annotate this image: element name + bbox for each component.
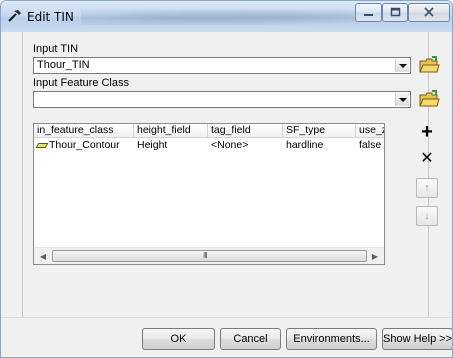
browse-folder-icon[interactable]: [418, 89, 440, 109]
close-icon: [409, 6, 449, 21]
move-down-button[interactable]: ↓: [416, 206, 438, 226]
column-header-sf-type[interactable]: SF_type: [283, 124, 356, 138]
plus-icon: +: [421, 121, 433, 143]
table-cell-sf-type[interactable]: hardline: [283, 139, 356, 153]
maximize-button[interactable]: [382, 3, 408, 22]
input-feature-class-combobox[interactable]: [33, 91, 411, 108]
table-cell-tag-field[interactable]: <None>: [208, 139, 283, 153]
hammer-tool-icon: [8, 10, 21, 22]
minimize-button[interactable]: [355, 3, 382, 22]
column-header-use-z[interactable]: use_z: [356, 124, 384, 138]
table-header: in_feature_class height_field tag_field …: [34, 124, 384, 138]
move-up-button[interactable]: ↑: [416, 178, 438, 198]
input-tin-combobox[interactable]: Thour_TIN: [33, 57, 411, 74]
column-header-in-feature-class[interactable]: in_feature_class: [34, 124, 134, 138]
arrow-up-icon: ↑: [424, 182, 430, 194]
column-header-tag-field[interactable]: tag_field: [208, 124, 283, 138]
arrow-down-icon: ↓: [424, 210, 430, 222]
horizontal-scrollbar[interactable]: ◀ III ▶: [34, 247, 384, 264]
edit-tin-window: Edit TIN Input TIN Thour_TIN Input Featu…: [0, 0, 453, 358]
add-row-button[interactable]: +: [416, 122, 438, 142]
chevron-down-icon[interactable]: [395, 93, 409, 106]
remove-row-button[interactable]: ✕: [416, 149, 438, 169]
column-header-height-field[interactable]: height_field: [134, 124, 208, 138]
scrollbar-grip: III: [203, 251, 208, 260]
environments-button[interactable]: Environments...: [286, 328, 377, 350]
close-button[interactable]: [408, 3, 450, 22]
table-cell-use-z[interactable]: false: [356, 139, 384, 153]
close-icon: ✕: [420, 150, 434, 167]
window-title: Edit TIN: [27, 10, 74, 24]
title-background-blur: [81, 7, 381, 25]
table-cell-height-field[interactable]: Height: [134, 139, 208, 153]
feature-class-table[interactable]: in_feature_class height_field tag_field …: [33, 123, 385, 265]
minimize-icon: [356, 8, 381, 20]
scrollbar-thumb[interactable]: III: [52, 250, 367, 262]
scroll-right-icon[interactable]: ▶: [368, 250, 382, 263]
chevron-down-icon[interactable]: [395, 59, 409, 72]
title-bar[interactable]: Edit TIN: [1, 1, 452, 32]
input-tin-value: Thour_TIN: [37, 59, 90, 71]
input-tin-label: Input TIN: [33, 43, 79, 55]
scroll-left-icon[interactable]: ◀: [36, 250, 50, 263]
polyline-feature-icon: [35, 142, 49, 148]
ok-button[interactable]: OK: [142, 328, 215, 350]
table-cell-in-feature-class[interactable]: Thour_Contour: [34, 139, 134, 153]
input-feature-class-label: Input Feature Class: [33, 77, 129, 89]
show-help-button[interactable]: Show Help >>: [382, 328, 452, 350]
cancel-button[interactable]: Cancel: [220, 328, 281, 350]
table-cell-text: Thour_Contour: [49, 139, 120, 151]
maximize-icon: [383, 7, 407, 20]
browse-folder-icon[interactable]: [418, 55, 440, 75]
